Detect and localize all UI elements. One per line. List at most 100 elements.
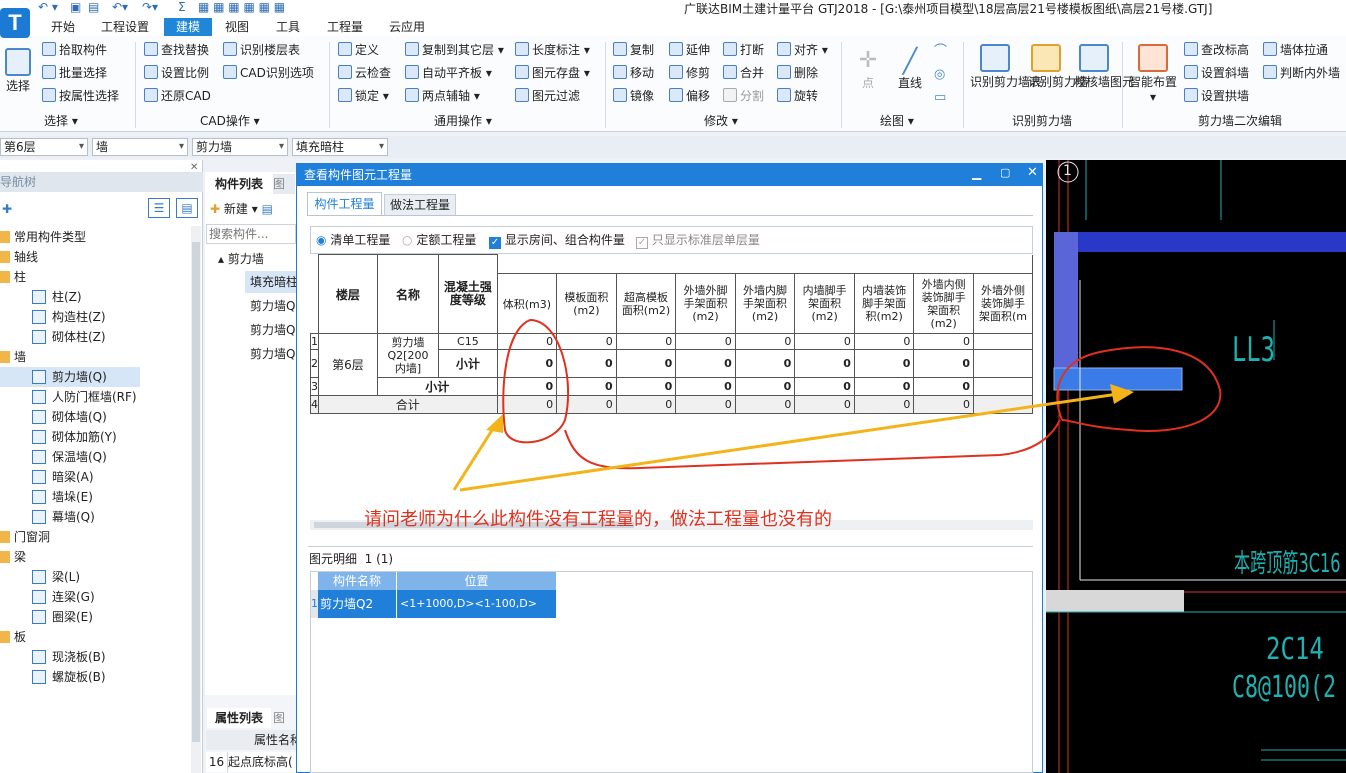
line-button[interactable]: ╱ 直线 bbox=[895, 46, 925, 91]
copy-to-floor-button[interactable]: 复制到其它层 ▾ bbox=[405, 40, 504, 60]
component-item[interactable]: 剪力墙Q bbox=[250, 297, 295, 314]
nav-item[interactable]: 墙垛(E) bbox=[0, 487, 190, 507]
set-scale-button[interactable]: 设置比例 bbox=[144, 63, 209, 83]
list-view-icon[interactable]: ☰ bbox=[148, 198, 170, 218]
table-row[interactable]: 3 小计 00000000 bbox=[310, 377, 1033, 396]
mirror-button[interactable]: 镜像 bbox=[613, 86, 654, 106]
add-icon[interactable]: ✚ bbox=[2, 202, 12, 216]
option-dinge[interactable]: ○ 定额工程量 bbox=[402, 231, 476, 248]
close-icon[interactable]: ✕ bbox=[1027, 165, 1038, 180]
app-logo-icon[interactable]: T bbox=[0, 8, 30, 38]
grid-view-icon[interactable]: ▤ bbox=[176, 198, 198, 218]
option-qingdan[interactable]: ◉ 清单工程量 bbox=[316, 231, 390, 248]
recognize-wall-button[interactable]: 识别剪力墙 bbox=[1028, 44, 1088, 90]
batch-select-button[interactable]: 批量选择 bbox=[42, 63, 107, 83]
group-cad-label[interactable]: CAD操作 ▾ bbox=[200, 112, 260, 129]
nav-scroll-thumb[interactable] bbox=[192, 242, 200, 742]
undo2-icon[interactable]: ↶▾ bbox=[112, 0, 128, 14]
nav-item[interactable]: 保温墙(Q) bbox=[0, 447, 190, 467]
nav-item[interactable]: 梁 bbox=[0, 547, 190, 567]
nav-item[interactable]: 柱(Z) bbox=[0, 287, 190, 307]
recognize-floor-table-button[interactable]: 识别楼层表 bbox=[223, 40, 300, 60]
select-button[interactable]: 选择 bbox=[2, 48, 34, 94]
cloud-check-button[interactable]: 云检查 bbox=[338, 63, 391, 83]
nav-item[interactable]: 砌体墙(Q) bbox=[0, 407, 190, 427]
type-select[interactable]: 剪力墙 bbox=[192, 138, 288, 156]
group-select-label[interactable]: 选择 ▾ bbox=[44, 112, 78, 129]
tab-component-quantity[interactable]: 构件工程量 bbox=[307, 192, 382, 216]
copy-button[interactable]: 复制 bbox=[613, 40, 654, 60]
nav-item[interactable]: 连梁(G) bbox=[0, 587, 190, 607]
minimize-icon[interactable]: ▁ bbox=[972, 166, 981, 180]
merge-button[interactable]: 合并 bbox=[723, 63, 764, 83]
auto-align-slab-button[interactable]: 自动平齐板 ▾ bbox=[405, 63, 492, 83]
slant-wall-button[interactable]: 设置斜墙 bbox=[1184, 63, 1249, 83]
define-button[interactable]: 定义 bbox=[338, 40, 379, 60]
arc-tools[interactable]: ⌒ ◎ ▭ bbox=[934, 40, 947, 109]
table-row[interactable]: 4 合计 00000000 bbox=[310, 395, 1033, 414]
sum-icon[interactable]: Σ bbox=[178, 0, 186, 14]
judge-wall-button[interactable]: 判断内外墙 bbox=[1263, 63, 1340, 83]
option-only-std[interactable]: ✓ 只显示标准层单层量 bbox=[636, 231, 760, 249]
maximize-icon[interactable]: ▢ bbox=[1000, 166, 1010, 179]
restore-cad-button[interactable]: 还原CAD bbox=[144, 86, 211, 106]
recognize-wall-table-button[interactable]: 识别剪力墙表 bbox=[970, 44, 1042, 90]
nav-item[interactable]: 剪力墙(Q) bbox=[0, 367, 140, 387]
redo-icon[interactable]: ↷▾ bbox=[142, 0, 158, 14]
nav-item[interactable]: 暗梁(A) bbox=[0, 467, 190, 487]
nav-item[interactable]: 人防门框墙(RF) bbox=[0, 387, 190, 407]
edit-elevation-button[interactable]: 查改标高 bbox=[1184, 40, 1249, 60]
move-button[interactable]: 移动 bbox=[613, 63, 654, 83]
menu-view[interactable]: 视图 bbox=[214, 18, 260, 36]
menu-modeling[interactable]: 建模 bbox=[164, 18, 212, 36]
tab-drawing2[interactable]: 图 bbox=[273, 708, 295, 728]
category-select[interactable]: 墙 bbox=[92, 138, 188, 156]
component-group[interactable]: ▴ 剪力墙 bbox=[218, 250, 264, 267]
undo-icon[interactable]: ↶ ▾ bbox=[38, 0, 58, 14]
group-draw-label[interactable]: 绘图 ▾ bbox=[880, 112, 914, 129]
align-button[interactable]: 对齐 ▾ bbox=[777, 40, 828, 60]
tab-component-list[interactable]: 构件列表 bbox=[207, 174, 271, 194]
arch-wall-button[interactable]: 设置拱墙 bbox=[1184, 86, 1249, 106]
wall-extend-button[interactable]: 墙体拉通 bbox=[1263, 40, 1328, 60]
break-button[interactable]: 打断 bbox=[723, 40, 764, 60]
detail-row-position[interactable]: <1+1000,D><1-100,D> bbox=[397, 590, 556, 618]
point-button[interactable]: ✛ 点 bbox=[853, 46, 883, 91]
nav-item[interactable]: 板 bbox=[0, 627, 190, 647]
nav-item[interactable]: 圈梁(E) bbox=[0, 607, 190, 627]
table-row[interactable]: 1 第6层 剪力墙Q2[200 内墙] C15 00000000 bbox=[310, 333, 1033, 396]
new-button[interactable]: ✚ 新建 ▾ ▤ bbox=[210, 200, 273, 217]
nav-item[interactable]: 构造柱(Z) bbox=[0, 307, 190, 327]
nav-item[interactable]: 砌体加筋(Y) bbox=[0, 427, 190, 447]
save-element-button[interactable]: 图元存盘 ▾ bbox=[515, 63, 590, 83]
nav-item[interactable]: 螺旋板(B) bbox=[0, 667, 190, 687]
tab-method-quantity[interactable]: 做法工程量 bbox=[384, 194, 456, 216]
nav-item[interactable]: 门窗洞 bbox=[0, 527, 190, 547]
two-point-axis-button[interactable]: 两点辅轴 ▾ bbox=[405, 86, 480, 106]
nav-item[interactable]: 砌体柱(Z) bbox=[0, 327, 190, 347]
offset-button[interactable]: 偏移 bbox=[669, 86, 710, 106]
select-by-property-button[interactable]: 按属性选择 bbox=[42, 86, 119, 106]
cad-recognize-options-button[interactable]: CAD识别选项 bbox=[223, 63, 314, 83]
floor-select[interactable]: 第6层 bbox=[0, 138, 88, 156]
nav-item[interactable]: 柱 bbox=[0, 267, 190, 287]
nav-item[interactable]: 常用构件类型 bbox=[0, 227, 190, 247]
nav-item[interactable]: 现浇板(B) bbox=[0, 647, 190, 667]
menu-tools[interactable]: 工具 bbox=[264, 18, 312, 36]
detail-row-name[interactable]: 剪力墙Q2 bbox=[318, 590, 396, 618]
table-icon[interactable]: ▦ ▦ ▦ ▦ ▦ ▦ bbox=[198, 0, 285, 14]
trim-button[interactable]: 修剪 bbox=[669, 63, 710, 83]
tab-drawing[interactable]: 图 bbox=[273, 174, 295, 194]
component-item[interactable]: 剪力墙Q bbox=[250, 321, 295, 338]
tab-properties[interactable]: 属性列表 bbox=[207, 708, 271, 728]
lock-button[interactable]: 锁定 ▾ bbox=[338, 86, 389, 106]
menu-cloud[interactable]: 云应用 bbox=[382, 18, 432, 36]
pick-component-button[interactable]: 拾取构件 bbox=[42, 40, 107, 60]
split-button[interactable]: 分割 bbox=[723, 86, 764, 106]
group-modify-label[interactable]: 修改 ▾ bbox=[704, 112, 738, 129]
check-wall-button[interactable]: 校核墙图元 bbox=[1074, 44, 1134, 90]
component-item[interactable]: 剪力墙Q bbox=[250, 345, 295, 362]
save-icon[interactable]: ▣ bbox=[70, 0, 81, 14]
menu-project-settings[interactable]: 工程设置 bbox=[92, 18, 158, 36]
menu-quantities[interactable]: 工程量 bbox=[318, 18, 372, 36]
